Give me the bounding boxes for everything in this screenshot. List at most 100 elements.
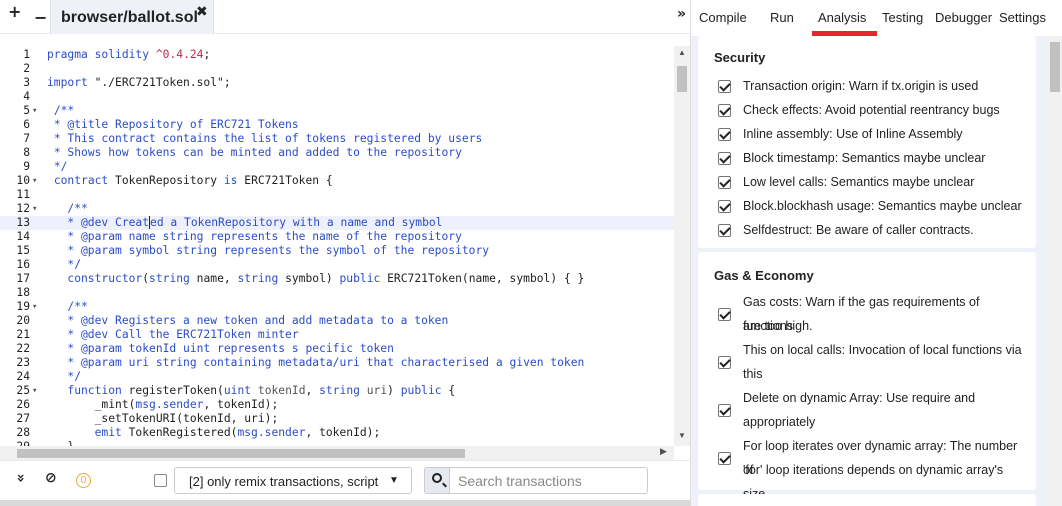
code-line[interactable]: 15 * @param symbol string represents the… bbox=[0, 244, 674, 258]
code-line[interactable]: 11 bbox=[0, 188, 674, 202]
scroll-right-icon[interactable]: ▶ bbox=[660, 446, 667, 457]
listen-network-checkbox[interactable] bbox=[154, 474, 167, 487]
code-line[interactable]: 18 bbox=[0, 286, 674, 300]
right-panel: » Compile Run Analysis Testing Debugger … bbox=[677, 0, 1062, 506]
security-option[interactable]: Inline assembly: Use of Inline Assembly bbox=[718, 122, 1028, 146]
file-tab-label: browser/ballot.sol bbox=[61, 9, 198, 26]
code-text: * @dev Call the ERC721Token minter bbox=[67, 328, 299, 341]
checkbox-checked[interactable] bbox=[718, 152, 731, 165]
tab-testing[interactable]: Testing bbox=[882, 10, 923, 25]
code-line[interactable]: 8 * Shows how tokens can be minted and a… bbox=[0, 146, 674, 160]
security-option[interactable]: Check effects: Avoid potential reentranc… bbox=[718, 98, 1028, 122]
security-option[interactable]: Selfdestruct: Be aware of caller contrac… bbox=[718, 218, 1028, 242]
search-button[interactable] bbox=[424, 467, 450, 494]
checkbox-checked[interactable] bbox=[718, 176, 731, 189]
code-line[interactable]: 5 ▾ /** bbox=[0, 104, 674, 118]
code-line[interactable]: 22 * @param tokenId uint represents s pe… bbox=[0, 342, 674, 356]
code-line[interactable]: 4 bbox=[0, 90, 674, 104]
code-line[interactable]: 20 * @dev Registers a new token and add … bbox=[0, 314, 674, 328]
code-line[interactable]: 7 * This contract contains the list of t… bbox=[0, 132, 674, 146]
checkbox-checked[interactable] bbox=[718, 356, 731, 369]
code-text: */ bbox=[67, 370, 82, 383]
code-line[interactable]: 3 import "./ERC721Token.sol"; bbox=[0, 76, 674, 90]
gas-option[interactable]: Delete on dynamic Array: Use require and… bbox=[718, 386, 1028, 434]
checkbox-checked[interactable] bbox=[718, 104, 731, 117]
terminal-resize-bar[interactable] bbox=[0, 500, 690, 506]
right-panel-scrollbar[interactable] bbox=[1047, 36, 1062, 506]
tab-settings[interactable]: Settings bbox=[999, 10, 1046, 25]
editor-horizontal-scrollbar[interactable]: ▶ bbox=[0, 446, 674, 460]
tab-analysis[interactable]: Analysis bbox=[818, 10, 866, 25]
tab-run[interactable]: Run bbox=[770, 10, 794, 25]
security-option[interactable]: Low level calls: Semantics maybe unclear bbox=[718, 170, 1028, 194]
checkbox-checked[interactable] bbox=[718, 224, 731, 237]
remove-file-icon[interactable]: − bbox=[34, 8, 47, 27]
scrollbar-thumb[interactable] bbox=[677, 66, 687, 92]
line-number: 3 bbox=[23, 76, 30, 89]
code-text: * @param name string represents the name… bbox=[67, 230, 462, 243]
code-line[interactable]: 17 constructor(string name, string symbo… bbox=[0, 272, 674, 286]
code-line[interactable]: 28 emit TokenRegistered(msg.sender, toke… bbox=[0, 426, 674, 440]
security-option[interactable]: Transaction origin: Warn if tx.origin is… bbox=[718, 74, 1028, 98]
tab-debugger[interactable]: Debugger bbox=[935, 10, 992, 25]
scroll-down-icon[interactable]: ▼ bbox=[678, 431, 686, 440]
code-line[interactable]: 10 ▾ contract TokenRepository is ERC721To… bbox=[0, 174, 674, 188]
editor-vertical-scrollbar[interactable]: ▲ ▼ bbox=[674, 46, 690, 446]
checkbox-checked[interactable] bbox=[718, 200, 731, 213]
gas-option[interactable]: Gas costs: Warn if the gas requirements … bbox=[718, 290, 1028, 338]
transaction-filter-select[interactable]: [2] only remix transactions, script ▼ bbox=[174, 467, 412, 494]
code-text: * @title Repository of ERC721 Tokens bbox=[53, 118, 299, 131]
clear-console-icon[interactable]: ⊘ bbox=[45, 470, 57, 486]
option-label: Block.blockhash usage: Semantics maybe u… bbox=[743, 199, 1022, 213]
scroll-up-icon[interactable]: ▲ bbox=[678, 48, 686, 57]
checkbox-checked[interactable] bbox=[718, 404, 731, 417]
toggle-right-panel-icon[interactable]: » bbox=[677, 6, 686, 22]
fold-toggle-icon[interactable]: ▾ bbox=[32, 202, 42, 216]
right-panel-tabs: » Compile Run Analysis Testing Debugger … bbox=[677, 0, 1062, 36]
search-transactions-input[interactable] bbox=[450, 467, 648, 494]
code-line[interactable]: 12 ▾ /** bbox=[0, 202, 674, 216]
code-line[interactable]: 19 ▾ /** bbox=[0, 300, 674, 314]
line-number: 19 bbox=[16, 300, 30, 313]
scrollbar-thumb[interactable] bbox=[17, 449, 465, 458]
code-line[interactable]: 14 * @param name string represents the n… bbox=[0, 230, 674, 244]
checkbox-checked[interactable] bbox=[718, 128, 731, 141]
code-line[interactable]: 16 */ bbox=[0, 258, 674, 272]
code-text: * This contract contains the list of tok… bbox=[53, 132, 483, 145]
pending-transactions-badge: 0 bbox=[76, 473, 91, 488]
scrollbar-thumb[interactable] bbox=[1050, 42, 1060, 92]
security-card: Security Transaction origin: Warn if tx.… bbox=[698, 36, 1036, 248]
code-text: * @param uri string containing metadata/… bbox=[67, 356, 585, 369]
code-line[interactable]: 21 * @dev Call the ERC721Token minter bbox=[0, 328, 674, 342]
fold-toggle-icon[interactable]: ▾ bbox=[32, 104, 42, 118]
gas-option[interactable]: This on local calls: Invocation of local… bbox=[718, 338, 1028, 386]
code-line[interactable]: 9 */ bbox=[0, 160, 674, 174]
add-file-icon[interactable]: + bbox=[8, 2, 21, 21]
checkbox-checked[interactable] bbox=[718, 80, 731, 93]
code-line[interactable]: 1 pragma solidity ^0.4.24; bbox=[0, 48, 674, 62]
code-line[interactable]: 2 bbox=[0, 62, 674, 76]
code-line[interactable]: 26 _mint(msg.sender, tokenId); bbox=[0, 398, 674, 412]
code-editor[interactable]: 1 pragma solidity ^0.4.24; 2 3 import "./ERC… bbox=[0, 46, 674, 446]
fold-toggle-icon[interactable]: ▾ bbox=[32, 300, 42, 314]
code-text: /** bbox=[53, 104, 75, 117]
code-text: * @dev Created a TokenRepository with a … bbox=[67, 216, 443, 229]
checkbox-checked[interactable] bbox=[718, 308, 731, 321]
fold-toggle-icon[interactable]: ▾ bbox=[32, 174, 42, 188]
tab-compile[interactable]: Compile bbox=[699, 10, 747, 25]
checkbox-checked[interactable] bbox=[718, 452, 731, 465]
code-line[interactable]: 13 * @dev Created a TokenRepository with… bbox=[0, 216, 674, 230]
code-line[interactable]: 6 * @title Repository of ERC721 Tokens bbox=[0, 118, 674, 132]
collapse-terminal-icon[interactable]: » bbox=[13, 473, 29, 482]
security-option[interactable]: Block.blockhash usage: Semantics maybe u… bbox=[718, 194, 1028, 218]
code-text: emit TokenRegistered(msg.sender, tokenId… bbox=[94, 426, 381, 439]
close-icon[interactable]: ✖ bbox=[196, 4, 208, 20]
security-option[interactable]: Block timestamp: Semantics maybe unclear bbox=[718, 146, 1028, 170]
code-line[interactable]: 23 * @param uri string containing metada… bbox=[0, 356, 674, 370]
code-line[interactable]: 25 ▾ function registerToken(uint tokenId,… bbox=[0, 384, 674, 398]
gas-option[interactable]: For loop iterates over dynamic array: Th… bbox=[718, 434, 1028, 501]
code-line[interactable]: 27 _setTokenURI(tokenId, uri); bbox=[0, 412, 674, 426]
file-tab-ballot[interactable]: browser/ballot.sol ✖ bbox=[50, 0, 214, 34]
fold-toggle-icon[interactable]: ▾ bbox=[32, 384, 42, 398]
code-line[interactable]: 24 */ bbox=[0, 370, 674, 384]
